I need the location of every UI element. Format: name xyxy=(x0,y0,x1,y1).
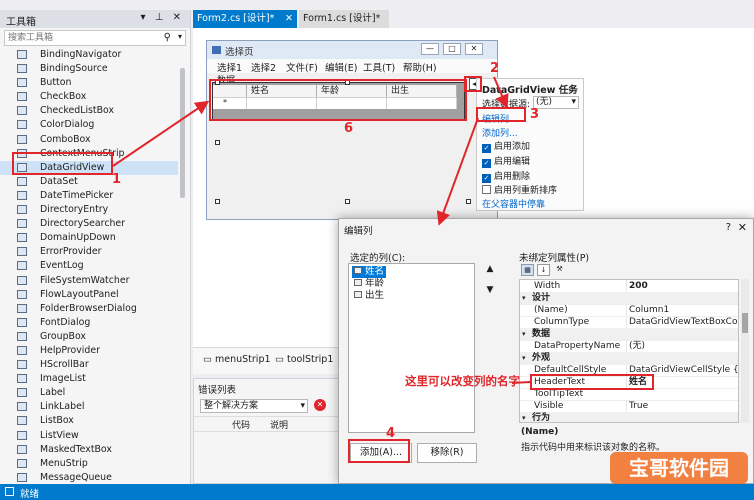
status-text: 就绪 xyxy=(20,489,40,500)
status-icon xyxy=(5,487,14,496)
arrow-3 xyxy=(436,117,479,226)
arrow-note xyxy=(511,381,531,384)
status-bar: 就绪 xyxy=(0,484,754,500)
arrow-2 xyxy=(493,76,509,109)
annotation-arrows xyxy=(112,76,531,384)
watermark-logo: 宝哥软件园 xyxy=(610,452,748,484)
arrow-1 xyxy=(112,100,210,167)
